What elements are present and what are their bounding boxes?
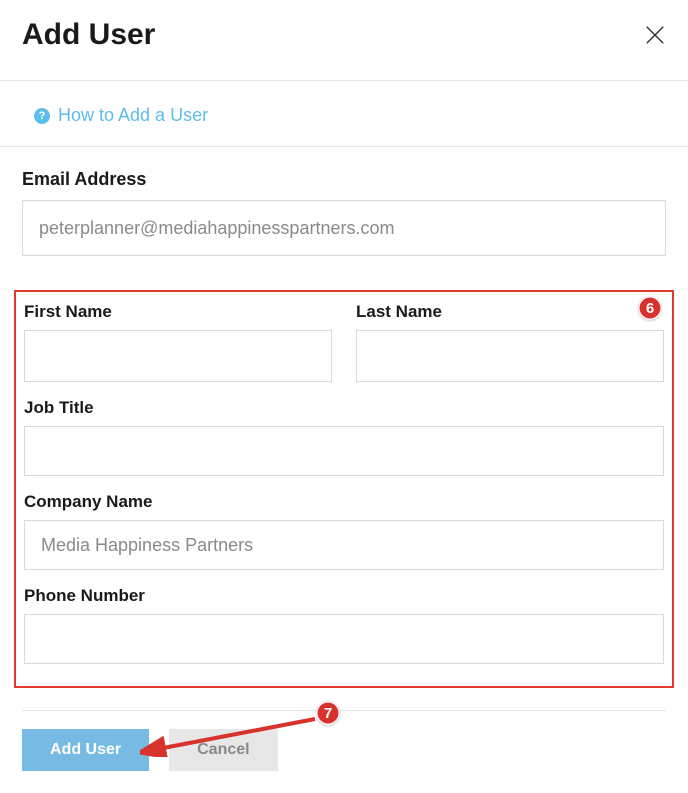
phone-group: Phone Number [24, 586, 664, 664]
form-body: Email Address [0, 147, 688, 282]
job-title-input[interactable] [24, 426, 664, 476]
last-name-label: Last Name [356, 302, 664, 322]
company-group: Company Name [24, 492, 664, 570]
close-icon[interactable] [644, 24, 666, 46]
last-name-input[interactable] [356, 330, 664, 382]
phone-input[interactable] [24, 614, 664, 664]
email-field-group: Email Address [22, 169, 666, 256]
modal-title: Add User [22, 18, 155, 52]
callout-badge-6: 6 [638, 296, 662, 320]
first-name-label: First Name [24, 302, 332, 322]
last-name-group: Last Name [356, 302, 664, 382]
modal-header: Add User [0, 0, 688, 81]
first-name-group: First Name [24, 302, 332, 382]
name-row: First Name Last Name [24, 302, 664, 398]
company-label: Company Name [24, 492, 664, 512]
highlight-box: 6 First Name Last Name Job Title Company… [14, 290, 674, 688]
email-label: Email Address [22, 169, 666, 190]
callout-badge-7: 7 [316, 701, 340, 725]
help-link[interactable]: How to Add a User [58, 105, 208, 126]
job-title-label: Job Title [24, 398, 664, 418]
footer: Add User Cancel 7 [0, 711, 688, 793]
job-title-group: Job Title [24, 398, 664, 476]
first-name-input[interactable] [24, 330, 332, 382]
company-input[interactable] [24, 520, 664, 570]
phone-label: Phone Number [24, 586, 664, 606]
add-user-button[interactable]: Add User [22, 729, 149, 771]
help-row: ? How to Add a User [0, 81, 688, 147]
question-circle-icon: ? [34, 108, 50, 124]
email-input[interactable] [22, 200, 666, 256]
cancel-button[interactable]: Cancel [169, 729, 277, 771]
